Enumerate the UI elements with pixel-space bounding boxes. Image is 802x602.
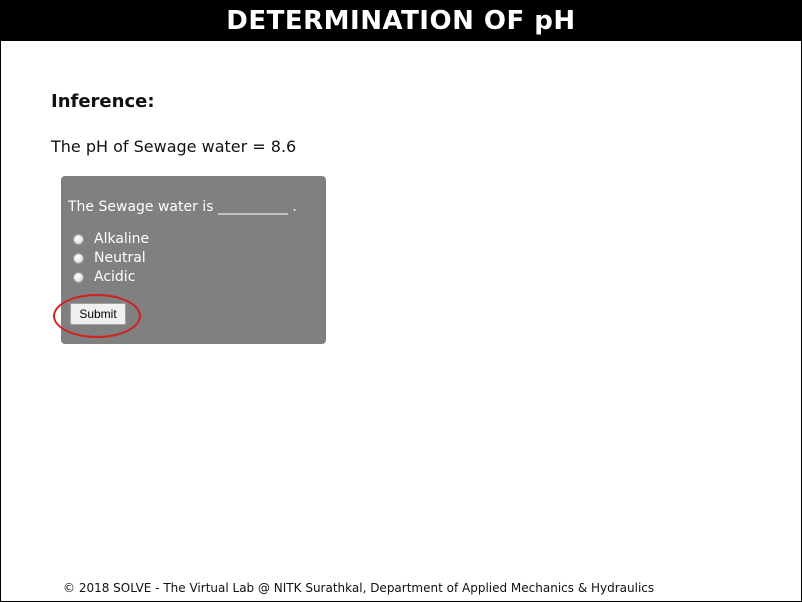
option-label: Alkaline [94, 231, 150, 247]
quiz-question: The Sewage water is __________ . [68, 199, 297, 215]
page-frame: DETERMINATION OF pH Inference: The pH of… [0, 0, 802, 602]
page-title: DETERMINATION OF pH [1, 1, 801, 41]
alkaline-radio[interactable] [73, 233, 84, 245]
inference-heading: Inference: [51, 91, 155, 112]
ph-result-text: The pH of Sewage water = 8.6 [51, 137, 297, 156]
option-neutral[interactable]: Neutral [73, 249, 146, 267]
option-label: Neutral [94, 250, 146, 266]
acidic-radio[interactable] [73, 271, 84, 283]
option-label: Acidic [94, 269, 136, 285]
submit-button[interactable]: Submit [70, 303, 126, 325]
option-acidic[interactable]: Acidic [73, 268, 135, 286]
option-alkaline[interactable]: Alkaline [73, 230, 149, 248]
quiz-panel: The Sewage water is __________ . Alkalin… [61, 176, 326, 344]
footer-copyright: © 2018 SOLVE - The Virtual Lab @ NITK Su… [63, 581, 655, 595]
neutral-radio[interactable] [73, 252, 84, 264]
